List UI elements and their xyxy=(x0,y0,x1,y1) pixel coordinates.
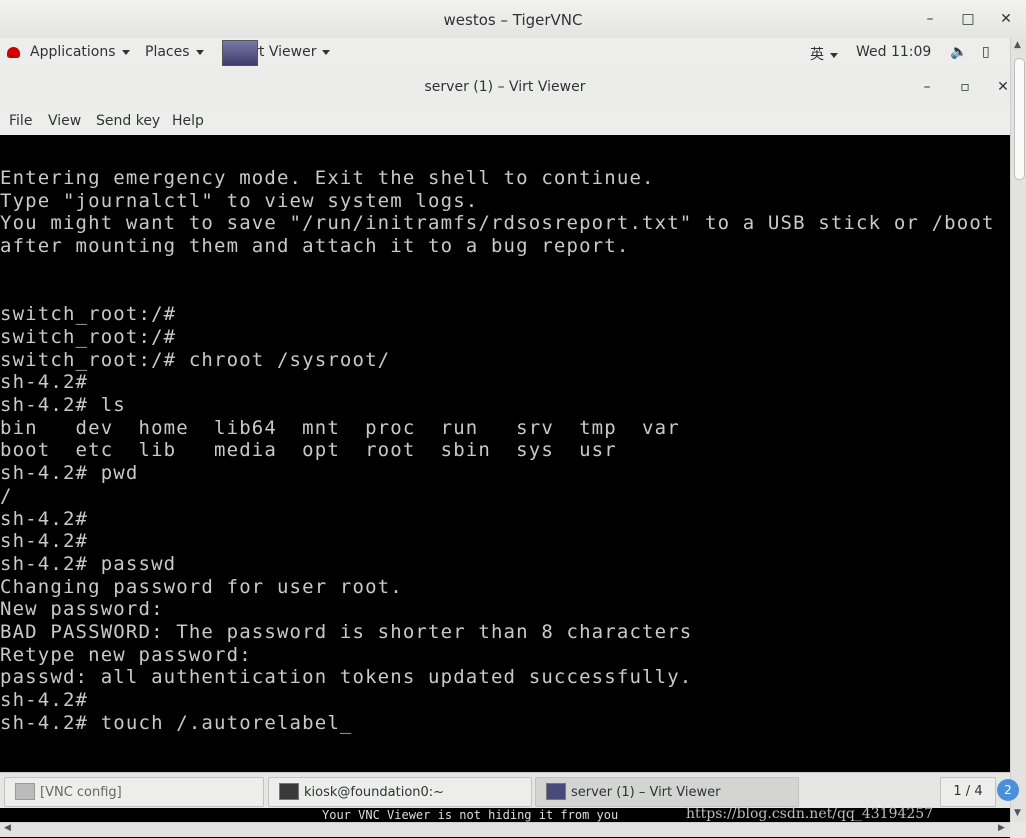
chevron-down-icon xyxy=(322,49,331,55)
close-button[interactable]: ✕ xyxy=(996,9,1016,29)
console-line: sh-4.2# xyxy=(0,507,89,530)
menu-file[interactable]: File xyxy=(9,113,32,129)
task-label: server (1) – Virt Viewer xyxy=(571,785,721,800)
vm-console[interactable]: Entering emergency mode. Exit the shell … xyxy=(0,135,1010,772)
console-line: / xyxy=(0,484,13,507)
chevron-down-icon xyxy=(121,49,130,55)
virt-viewer-icon xyxy=(546,783,566,800)
task-label: [VNC config] xyxy=(40,785,122,800)
console-line: boot etc lib media opt root sbin sys usr xyxy=(0,439,617,462)
vnc-config-icon xyxy=(15,783,35,800)
menu-send-key[interactable]: Send key xyxy=(96,113,160,129)
console-line: Entering emergency mode. Exit the shell … xyxy=(0,167,655,189)
places-menu[interactable]: Places xyxy=(145,44,204,60)
console-line: Retype new password: xyxy=(0,643,252,666)
console-line: sh-4.2# passwd xyxy=(0,552,177,575)
vv-minimize-button[interactable]: – xyxy=(917,77,937,97)
virt-viewer-titlebar: server (1) – Virt Viewer – ▫ ✕ xyxy=(0,68,1010,107)
window-list-taskbar: [VNC config] kiosk@foundation0:~ server … xyxy=(0,772,1010,809)
console-line: bin dev home lib64 mnt proc run srv tmp … xyxy=(0,416,680,439)
vnc-window-title: westos – TigerVNC xyxy=(443,11,583,29)
clock[interactable]: Wed 11:09 xyxy=(856,44,931,60)
console-line: sh-4.2# touch /.autorelabel_ xyxy=(0,711,353,734)
scroll-down-icon[interactable]: ▼ xyxy=(1014,808,1021,818)
console-line: sh-4.2# pwd xyxy=(0,462,139,485)
vnc-titlebar: westos – TigerVNC – □ ✕ xyxy=(0,0,1026,39)
scrollbar-thumb[interactable] xyxy=(1014,58,1025,180)
console-line: after mounting them and attach it to a b… xyxy=(0,235,630,258)
console-output: Entering emergency mode. Exit the shell … xyxy=(0,167,995,735)
watermark-url: https://blog.csdn.net/qq_43194257 xyxy=(686,806,934,822)
task-label: kiosk@foundation0:~ xyxy=(304,785,445,800)
redhat-logo-icon xyxy=(7,47,20,58)
console-line: sh-4.2# xyxy=(0,689,89,712)
maximize-button[interactable]: □ xyxy=(958,9,978,29)
vnc-notice: Your VNC Viewer is not hiding it from yo… xyxy=(322,808,619,822)
horizontal-scrollbar[interactable]: ◀ ▶ xyxy=(0,822,1010,837)
gnome-top-bar: Applications Places Virt Viewer 英 Wed 11… xyxy=(0,38,1010,68)
workspace-badge[interactable]: 2 xyxy=(997,779,1019,801)
virt-viewer-window-title: server (1) – Virt Viewer xyxy=(424,79,586,95)
applications-label: Applications xyxy=(30,44,116,60)
console-line: sh-4.2# xyxy=(0,530,89,553)
chevron-down-icon xyxy=(830,52,838,58)
terminal-icon xyxy=(279,783,299,800)
console-line: sh-4.2# ls xyxy=(0,394,126,417)
menu-help[interactable]: Help xyxy=(172,113,204,129)
input-method-menu[interactable]: 英 xyxy=(810,44,838,64)
scroll-left-icon[interactable]: ◀ xyxy=(4,823,11,833)
task-virt-viewer[interactable]: server (1) – Virt Viewer xyxy=(535,777,799,807)
applications-menu[interactable]: Applications xyxy=(30,44,130,60)
minimize-button[interactable]: – xyxy=(920,9,940,29)
console-line: passwd: all authentication tokens update… xyxy=(0,666,693,689)
console-line: New password: xyxy=(0,598,164,621)
places-label: Places xyxy=(145,44,190,60)
console-line: sh-4.2# xyxy=(0,371,89,394)
task-vnc-config[interactable]: [VNC config] xyxy=(4,777,264,807)
console-line: switch_root:/# xyxy=(0,325,177,348)
task-terminal[interactable]: kiosk@foundation0:~ xyxy=(268,777,532,807)
console-line: Type "journalctl" to view system logs. xyxy=(0,189,479,212)
virt-viewer-app-icon xyxy=(222,40,258,66)
virt-viewer-menubar: File View Send key Help xyxy=(0,106,1010,136)
input-method-label: 英 xyxy=(810,47,824,63)
console-line: BAD PASSWORD: The password is shorter th… xyxy=(0,621,693,644)
console-line: switch_root:/# chroot /sysroot/ xyxy=(0,348,391,371)
chevron-down-icon xyxy=(195,49,204,55)
volume-icon[interactable]: 🔈 xyxy=(950,44,967,60)
battery-icon[interactable]: ▯ xyxy=(982,44,990,60)
scroll-up-icon[interactable]: ▲ xyxy=(1014,40,1021,50)
vertical-scrollbar[interactable]: ▲ ▼ xyxy=(1010,38,1026,822)
vv-maximize-button[interactable]: ▫ xyxy=(955,77,975,97)
console-line: Changing password for user root. xyxy=(0,575,403,598)
workspace-pager[interactable]: 1 / 4 xyxy=(940,777,996,807)
console-line: You might want to save "/run/initramfs/r… xyxy=(0,212,995,235)
scroll-right-icon[interactable]: ▶ xyxy=(998,823,1005,833)
menu-view[interactable]: View xyxy=(48,113,81,129)
console-line: switch_root:/# xyxy=(0,303,177,326)
